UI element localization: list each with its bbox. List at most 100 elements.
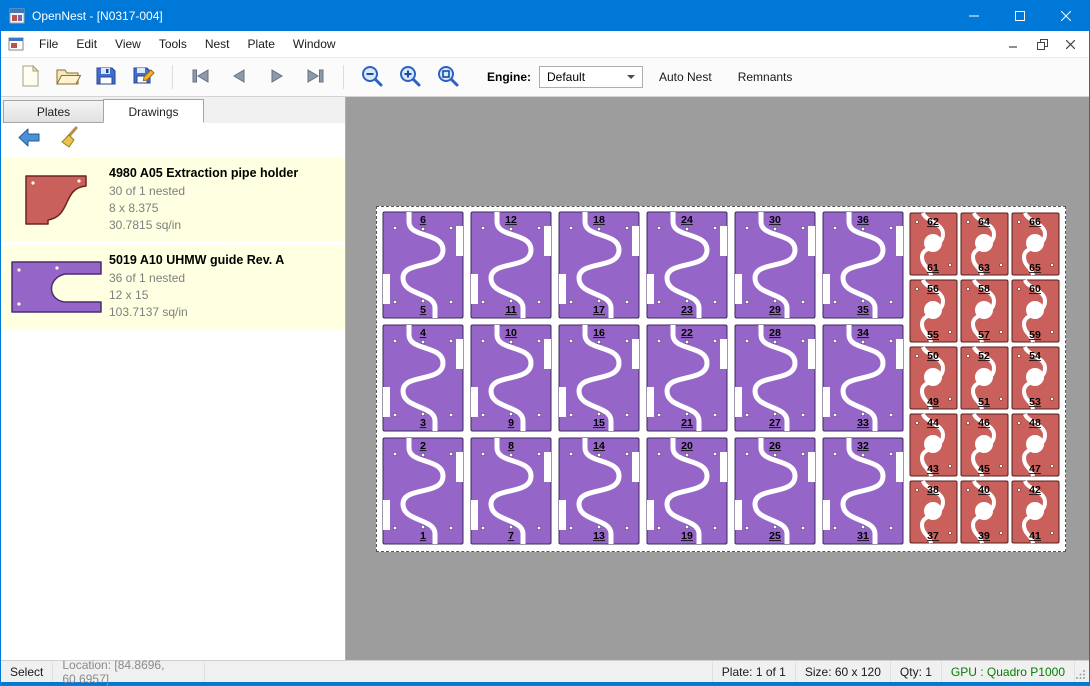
red-part-pair[interactable]: 5857 bbox=[961, 280, 1008, 342]
mdi-close-button[interactable] bbox=[1059, 35, 1081, 53]
red-part-pair[interactable]: 4645 bbox=[961, 414, 1008, 476]
zoom-fit-button[interactable] bbox=[430, 61, 466, 93]
drawing-nested-count: 36 of 1 nested bbox=[109, 270, 339, 287]
menu-tools[interactable]: Tools bbox=[150, 31, 196, 57]
purple-part-pair[interactable]: 3635 bbox=[823, 212, 903, 318]
nav-first-icon bbox=[190, 65, 212, 90]
open-button[interactable] bbox=[50, 61, 86, 93]
status-mode: Select bbox=[1, 661, 53, 682]
drawing-thumbnail-uhmw-guide bbox=[5, 258, 109, 316]
clear-drawings-button[interactable] bbox=[57, 127, 85, 153]
toolbar: Engine: Default Auto Nest Remnants bbox=[1, 58, 1089, 97]
drawing-title: 5019 A10 UHMW guide Rev. A bbox=[109, 253, 339, 267]
zoom-fit-icon bbox=[436, 64, 460, 91]
red-part-pair[interactable]: 5251 bbox=[961, 347, 1008, 409]
purple-part-pair[interactable]: 1817 bbox=[559, 212, 639, 318]
red-part-pair[interactable]: 4443 bbox=[910, 414, 957, 476]
plate[interactable]: 6512111817242330293635431091615222128273… bbox=[376, 206, 1066, 552]
red-part-pair[interactable]: 5655 bbox=[910, 280, 957, 342]
menu-plate[interactable]: Plate bbox=[239, 31, 284, 57]
sidebar-tabs: Plates Drawings bbox=[1, 97, 345, 123]
menu-view[interactable]: View bbox=[106, 31, 150, 57]
purple-part-pair[interactable]: 3231 bbox=[823, 438, 903, 544]
toolbar-separator bbox=[172, 65, 173, 89]
nav-last-button[interactable] bbox=[297, 61, 333, 93]
toolbar-separator bbox=[343, 65, 344, 89]
sidebar: Plates Drawings bbox=[1, 97, 346, 660]
zoom-out-button[interactable] bbox=[354, 61, 390, 93]
purple-part-pair[interactable]: 3433 bbox=[823, 325, 903, 431]
purple-part-pair[interactable]: 87 bbox=[471, 438, 551, 544]
purple-part-pair[interactable]: 109 bbox=[471, 325, 551, 431]
save-as-button[interactable] bbox=[126, 61, 162, 93]
save-as-icon bbox=[132, 64, 156, 91]
purple-part-pair[interactable]: 3029 bbox=[735, 212, 815, 318]
sidebar-toolbar bbox=[1, 123, 345, 156]
mdi-minimize-button[interactable] bbox=[1003, 35, 1025, 53]
engine-select[interactable]: Default bbox=[539, 66, 643, 88]
purple-part-pair[interactable]: 2827 bbox=[735, 325, 815, 431]
red-part-pair[interactable]: 6665 bbox=[1012, 213, 1059, 275]
red-part-pair[interactable]: 4847 bbox=[1012, 414, 1059, 476]
menubar: File Edit View Tools Nest Plate Window bbox=[1, 31, 1089, 58]
nest-layout: 6512111817242330293635431091615222128273… bbox=[377, 207, 1065, 551]
statusbar: Select Location: [84.8696, 60.6957] Plat… bbox=[1, 660, 1089, 682]
drawing-size: 8 x 8.375 bbox=[109, 200, 339, 217]
tab-plates[interactable]: Plates bbox=[3, 100, 104, 123]
titlebar: OpenNest - [N0317-004] bbox=[1, 1, 1089, 31]
new-button[interactable] bbox=[12, 61, 48, 93]
drawing-nested-count: 30 of 1 nested bbox=[109, 183, 339, 200]
purple-part-pair[interactable]: 43 bbox=[383, 325, 463, 431]
purple-part-pair[interactable]: 2221 bbox=[647, 325, 727, 431]
red-part-pair[interactable]: 6463 bbox=[961, 213, 1008, 275]
zoom-in-icon bbox=[398, 64, 422, 91]
purple-part-pair[interactable]: 65 bbox=[383, 212, 463, 318]
purple-part-pair[interactable]: 1211 bbox=[471, 212, 551, 318]
red-part-pair[interactable]: 3837 bbox=[910, 481, 957, 543]
save-button[interactable] bbox=[88, 61, 124, 93]
menu-file[interactable]: File bbox=[30, 31, 67, 57]
red-part-pair[interactable]: 6261 bbox=[910, 213, 957, 275]
red-part-pair[interactable]: 5453 bbox=[1012, 347, 1059, 409]
red-part-pair[interactable]: 6059 bbox=[1012, 280, 1059, 342]
purple-part-pair[interactable]: 2625 bbox=[735, 438, 815, 544]
status-plate: Plate: 1 of 1 bbox=[713, 661, 796, 682]
purple-part-pair[interactable]: 2423 bbox=[647, 212, 727, 318]
remnants-button[interactable]: Remnants bbox=[728, 63, 803, 91]
drawing-size: 12 x 15 bbox=[109, 287, 339, 304]
purple-part-pair[interactable]: 1413 bbox=[559, 438, 639, 544]
minimize-button[interactable] bbox=[951, 1, 997, 31]
nav-next-icon bbox=[266, 65, 288, 90]
nest-canvas[interactable]: 6512111817242330293635431091615222128273… bbox=[346, 97, 1089, 660]
close-button[interactable] bbox=[1043, 1, 1089, 31]
drawing-title: 4980 A05 Extraction pipe holder bbox=[109, 166, 339, 180]
drawing-item-4980[interactable]: 4980 A05 Extraction pipe holder 30 of 1 … bbox=[1, 158, 345, 242]
menu-edit[interactable]: Edit bbox=[67, 31, 106, 57]
nav-last-icon bbox=[304, 65, 326, 90]
mdi-restore-button[interactable] bbox=[1031, 35, 1053, 53]
nav-previous-button[interactable] bbox=[221, 61, 257, 93]
maximize-button[interactable] bbox=[997, 1, 1043, 31]
tab-drawings[interactable]: Drawings bbox=[103, 99, 204, 123]
resize-grip[interactable] bbox=[1075, 661, 1089, 682]
new-file-icon bbox=[19, 64, 41, 91]
status-size: Size: 60 x 120 bbox=[796, 661, 891, 682]
menu-nest[interactable]: Nest bbox=[196, 31, 239, 57]
zoom-in-button[interactable] bbox=[392, 61, 428, 93]
red-part-pair[interactable]: 4241 bbox=[1012, 481, 1059, 543]
mdi-window-controls bbox=[1003, 35, 1089, 53]
chevron-down-icon bbox=[627, 75, 635, 79]
auto-nest-button[interactable]: Auto Nest bbox=[649, 63, 722, 91]
drawing-item-5019[interactable]: 5019 A10 UHMW guide Rev. A 36 of 1 neste… bbox=[1, 245, 345, 329]
drawing-thumbnail-extraction-pipe-holder bbox=[5, 172, 109, 228]
purple-part-pair[interactable]: 21 bbox=[383, 438, 463, 544]
purple-part-pair[interactable]: 2019 bbox=[647, 438, 727, 544]
red-part-pair[interactable]: 5049 bbox=[910, 347, 957, 409]
import-drawings-button[interactable] bbox=[15, 127, 43, 153]
drawing-list: 4980 A05 Extraction pipe holder 30 of 1 … bbox=[1, 156, 345, 660]
nav-next-button[interactable] bbox=[259, 61, 295, 93]
red-part-pair[interactable]: 4039 bbox=[961, 481, 1008, 543]
purple-part-pair[interactable]: 1615 bbox=[559, 325, 639, 431]
menu-window[interactable]: Window bbox=[284, 31, 345, 57]
nav-first-button[interactable] bbox=[183, 61, 219, 93]
